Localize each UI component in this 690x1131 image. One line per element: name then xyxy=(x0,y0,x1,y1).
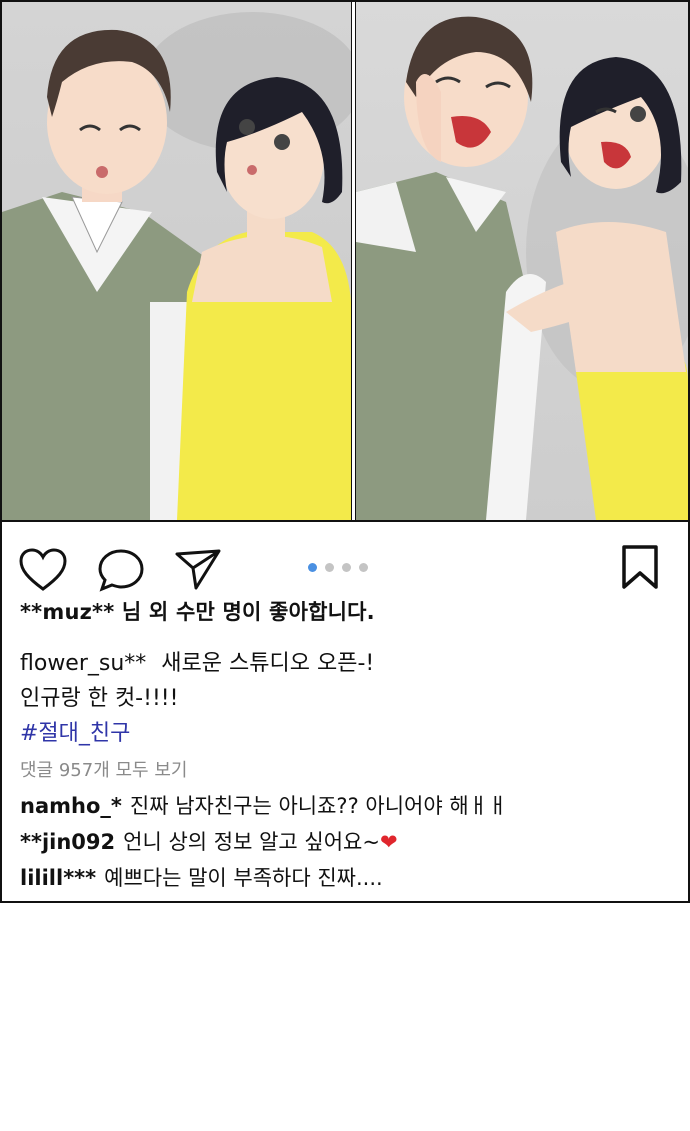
view-all-comments-link[interactable]: 댓글 957개 모두 보기 xyxy=(20,756,187,782)
comment-bubble-icon xyxy=(98,549,144,592)
couple-pose-illustration-right xyxy=(356,16,688,520)
caption-text-line2: 인규랑 한 컷-!!!! xyxy=(20,686,179,711)
comment-text: 언니 상의 정보 알고 싶어요~ xyxy=(123,830,380,854)
share-button[interactable] xyxy=(174,548,224,596)
heart-icon xyxy=(19,548,67,591)
paper-plane-icon xyxy=(175,549,221,590)
comment-text: 예쁘다는 말이 부족하다 진짜.... xyxy=(104,866,383,890)
carousel-dot xyxy=(359,563,368,572)
post-caption: flower_su** 새로운 스튜디오 오픈-! 인규랑 한 컷-!!!! #… xyxy=(20,646,670,751)
couple-pose-illustration-left xyxy=(2,12,351,520)
caption-hashtag[interactable]: #절대_친구 xyxy=(20,716,670,751)
comment-username[interactable]: **jin092 xyxy=(20,830,115,854)
comic-panel-right xyxy=(356,2,688,520)
carousel-dot xyxy=(342,563,351,572)
comment-item: namho_* 진짜 남자친구는 아니죠?? 아니어야 해ㅐㅐ xyxy=(20,790,507,820)
comment-username[interactable]: namho_* xyxy=(20,794,122,818)
comment-text: 진짜 남자친구는 아니죠?? 아니어야 해ㅐㅐ xyxy=(129,794,508,818)
comment-username[interactable]: lilill*** xyxy=(20,866,96,890)
comment-item: lilill*** 예쁘다는 말이 부족하다 진짜.... xyxy=(20,862,383,892)
bookmark-icon xyxy=(622,545,658,589)
likes-summary[interactable]: **muz** 님 외 수만 명이 좋아합니다. xyxy=(20,596,375,626)
carousel-indicator xyxy=(308,563,368,572)
comment-item: **jin092 언니 상의 정보 알고 싶어요~❤ xyxy=(20,826,398,856)
post-action-bar xyxy=(2,522,688,592)
carousel-dot xyxy=(325,563,334,572)
red-heart-emoji-icon: ❤ xyxy=(379,830,398,854)
post-photo[interactable] xyxy=(2,2,688,522)
comment-button[interactable] xyxy=(96,548,146,596)
like-button[interactable] xyxy=(18,548,68,596)
save-button[interactable] xyxy=(620,544,660,594)
carousel-dot-active xyxy=(308,563,317,572)
caption-text-line1: 새로운 스튜디오 오픈-! xyxy=(161,651,375,676)
instagram-post: **muz** 님 외 수만 명이 좋아합니다. flower_su** 새로운… xyxy=(0,0,690,903)
comic-panel-left xyxy=(2,2,351,520)
caption-username[interactable]: flower_su** xyxy=(20,651,146,676)
